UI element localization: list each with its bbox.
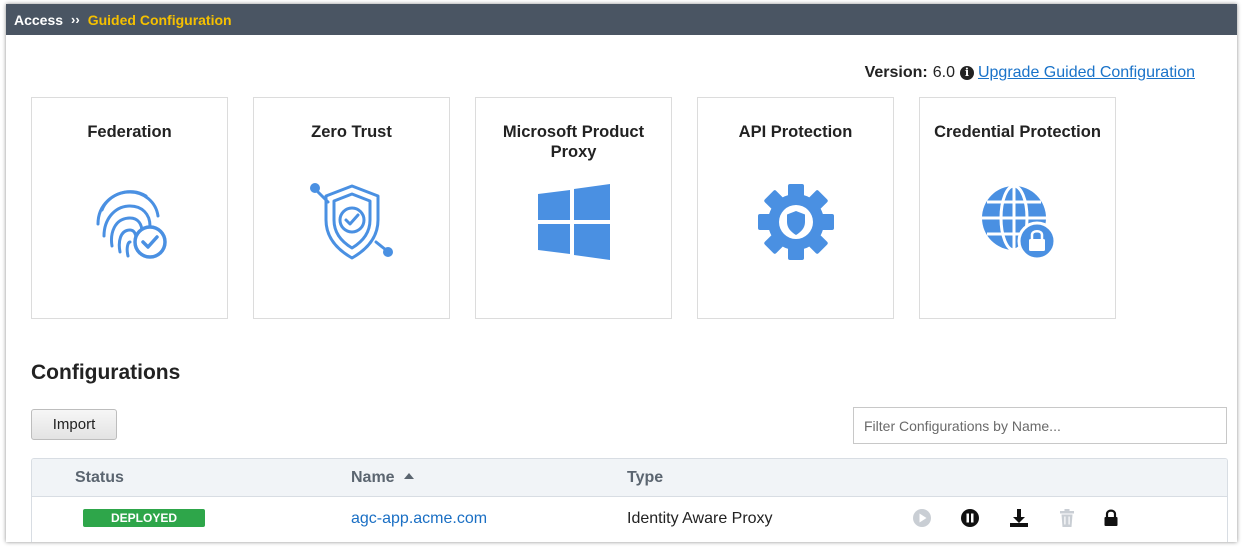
- column-header-type[interactable]: Type: [627, 469, 663, 487]
- tile-title: Federation: [87, 123, 172, 141]
- version-label: Version:: [864, 64, 928, 81]
- sort-ascending-icon: [403, 472, 414, 479]
- column-header-name[interactable]: Name: [351, 469, 414, 487]
- config-name-link[interactable]: agc-app.acme.com: [351, 510, 487, 528]
- version-value: 6.0: [932, 64, 955, 81]
- configurations-table: Status Name Type DEPLOYED agc-app.acme.c…: [31, 458, 1228, 542]
- tile-title: Credential Protection: [934, 123, 1101, 141]
- table-header: Status Name Type: [32, 459, 1227, 497]
- import-button[interactable]: Import: [31, 409, 117, 440]
- download-icon[interactable]: [1008, 507, 1030, 529]
- table-row: DEPLOYED agc-app.acme.com Identity Aware…: [32, 497, 1227, 542]
- tile-title: API Protection: [738, 123, 853, 141]
- column-header-status[interactable]: Status: [75, 469, 124, 487]
- info-circle-icon[interactable]: i: [959, 66, 974, 80]
- tile-credential-protection[interactable]: Credential Protection: [919, 97, 1116, 319]
- play-icon[interactable]: [911, 507, 933, 529]
- status-badge: DEPLOYED: [83, 509, 205, 527]
- breadcrumb-root[interactable]: Access: [14, 12, 63, 28]
- tile-title: Microsoft Product Proxy: [502, 123, 645, 161]
- app-frame: Access ›› Guided Configuration Version: …: [6, 4, 1237, 542]
- breadcrumb-separator: ››: [71, 12, 80, 27]
- globe-lock-icon: [981, 184, 1056, 261]
- configurations-title: Configurations: [31, 361, 181, 384]
- config-type: Identity Aware Proxy: [627, 510, 773, 527]
- trash-icon[interactable]: [1056, 507, 1078, 529]
- shield-check-icon: [309, 183, 393, 260]
- tile-api-protection[interactable]: API Protection: [697, 97, 894, 319]
- version-info: Version: 6.0 i Upgrade Guided Configurat…: [865, 64, 1195, 82]
- column-header-name-label: Name: [351, 469, 395, 486]
- tile-microsoft-product-proxy[interactable]: Microsoft Product Proxy: [475, 97, 672, 319]
- upgrade-link[interactable]: Upgrade Guided Configuration: [978, 64, 1195, 82]
- breadcrumb-current: Guided Configuration: [87, 11, 232, 28]
- breadcrumb: Access ›› Guided Configuration: [6, 4, 1237, 35]
- pause-icon[interactable]: [959, 507, 981, 529]
- tile-zero-trust[interactable]: Zero Trust: [253, 97, 450, 319]
- filter-configurations-input[interactable]: [853, 407, 1227, 444]
- fingerprint-check-icon: [96, 190, 167, 259]
- windows-logo-icon: [537, 184, 610, 260]
- gear-shield-icon: [757, 184, 834, 260]
- tile-federation[interactable]: Federation: [31, 97, 228, 319]
- template-tiles: Federation Zero Trust Microsoft Product …: [31, 97, 1116, 319]
- lock-icon[interactable]: [1100, 507, 1122, 529]
- tile-title: Zero Trust: [311, 123, 392, 141]
